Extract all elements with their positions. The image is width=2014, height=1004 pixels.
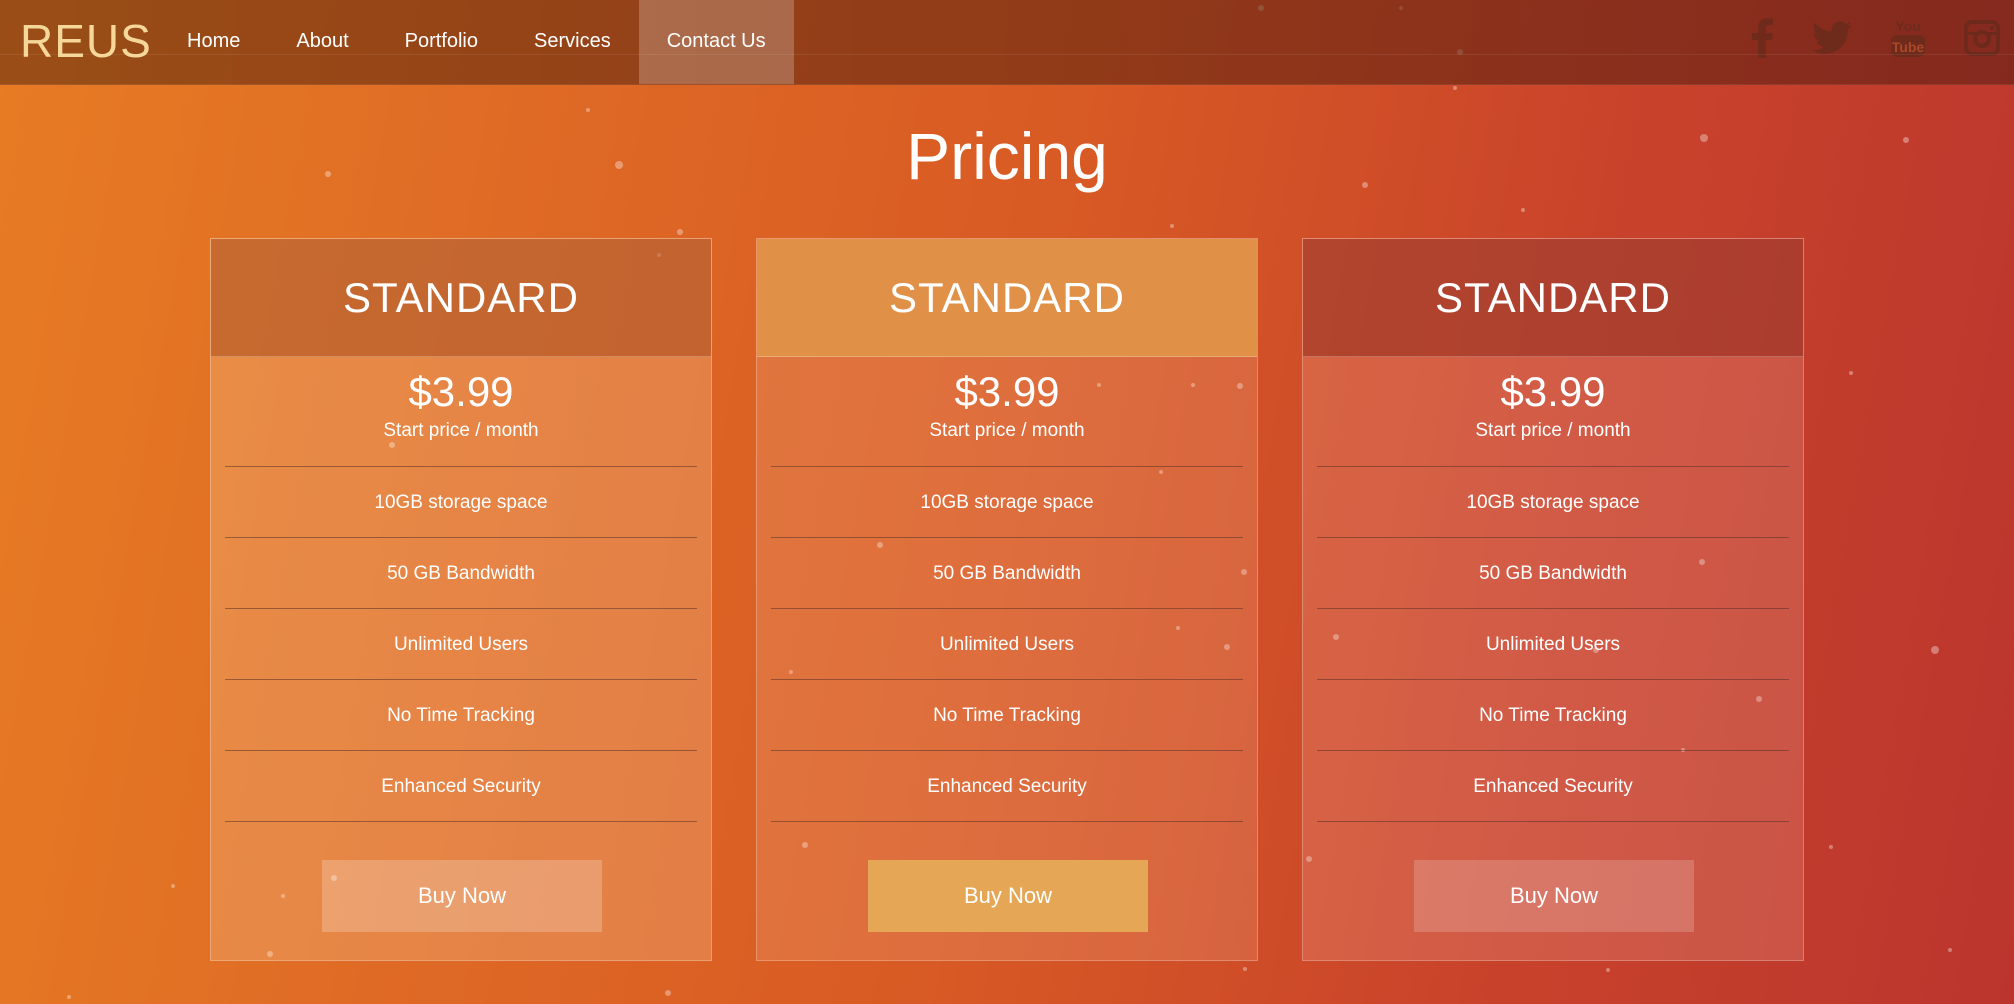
feature-item: 10GB storage space (225, 467, 697, 538)
plan-name: STANDARD (211, 239, 711, 357)
feature-item: No Time Tracking (771, 680, 1243, 751)
plan-name: STANDARD (757, 239, 1257, 357)
facebook-icon[interactable] (1750, 14, 1774, 62)
feature-item: Unlimited Users (771, 609, 1243, 680)
nav-item-contact-us[interactable]: Contact Us (638, 0, 794, 84)
plan-price-caption: Start price / month (929, 420, 1085, 441)
feature-item: Unlimited Users (225, 609, 697, 680)
nav-item-portfolio[interactable]: Portfolio (377, 0, 506, 84)
page-title: Pricing (906, 119, 1108, 193)
nav-menu: Home About Portfolio Services Contact Us (159, 0, 794, 84)
brand-logo[interactable]: REUS (20, 14, 152, 68)
feature-item: 10GB storage space (771, 467, 1243, 538)
nav-item-home[interactable]: Home (159, 0, 268, 84)
plan-price-caption: Start price / month (383, 420, 539, 441)
pricing-card-1: STANDARD $3.99 Start price / month 10GB … (210, 238, 712, 961)
twitter-icon[interactable] (1812, 14, 1852, 62)
youtube-text-bottom: Tube (1892, 39, 1925, 55)
plan-price-caption: Start price / month (1475, 420, 1631, 441)
buy-now-button[interactable]: Buy Now (322, 860, 602, 932)
pricing-card-3: STANDARD $3.99 Start price / month 10GB … (1302, 238, 1804, 961)
feature-item: Enhanced Security (1317, 751, 1789, 822)
nav-item-about[interactable]: About (268, 0, 376, 84)
feature-item: 50 GB Bandwidth (225, 538, 697, 609)
plan-name: STANDARD (1303, 239, 1803, 357)
youtube-icon[interactable]: You Tube (1890, 14, 1926, 62)
youtube-text-top: You (1895, 18, 1920, 34)
plan-price: $3.99 (954, 368, 1060, 415)
price-block: $3.99 Start price / month (771, 357, 1243, 467)
social-links: You Tube (1750, 14, 2000, 62)
feature-item: Enhanced Security (771, 751, 1243, 822)
instagram-icon[interactable] (1964, 14, 2000, 62)
nav-item-services[interactable]: Services (506, 0, 639, 84)
price-block: $3.99 Start price / month (1317, 357, 1789, 467)
feature-item: 50 GB Bandwidth (1317, 538, 1789, 609)
buy-now-button[interactable]: Buy Now (1414, 860, 1694, 932)
pricing-card-2: STANDARD $3.99 Start price / month 10GB … (756, 238, 1258, 961)
buy-now-button[interactable]: Buy Now (868, 860, 1148, 932)
top-navbar: REUS Home About Portfolio Services Conta… (0, 0, 2014, 85)
feature-item: No Time Tracking (1317, 680, 1789, 751)
feature-item: No Time Tracking (225, 680, 697, 751)
feature-item: Enhanced Security (225, 751, 697, 822)
plan-price: $3.99 (408, 368, 514, 415)
plan-price: $3.99 (1500, 368, 1606, 415)
feature-item: 50 GB Bandwidth (771, 538, 1243, 609)
price-block: $3.99 Start price / month (225, 357, 697, 467)
feature-item: Unlimited Users (1317, 609, 1789, 680)
feature-item: 10GB storage space (1317, 467, 1789, 538)
